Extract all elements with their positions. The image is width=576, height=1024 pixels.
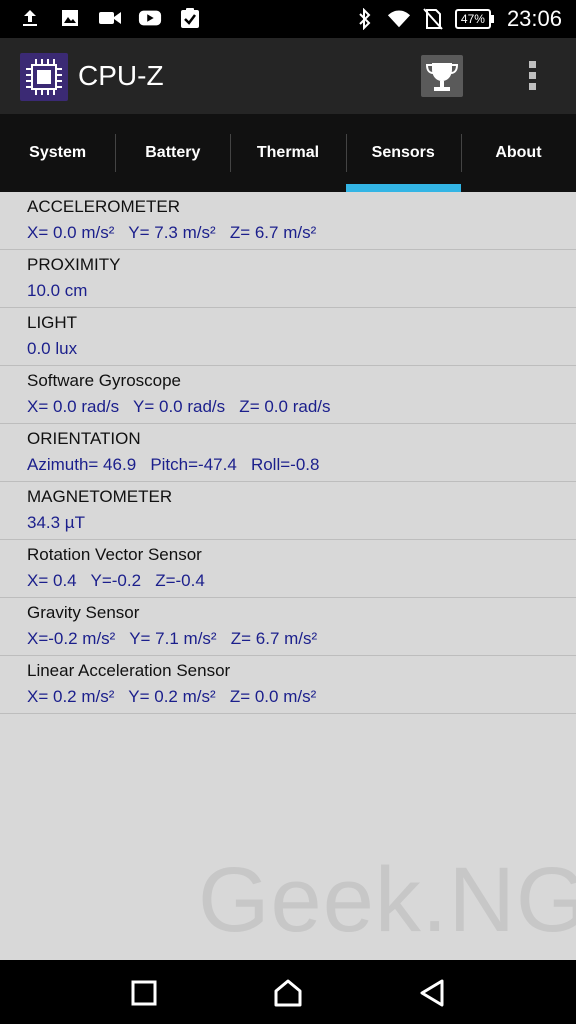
image-icon (58, 6, 82, 30)
sensor-name: ACCELEROMETER (27, 197, 181, 216)
wifi-icon (387, 7, 411, 31)
cpu-z-logo-icon (20, 53, 68, 101)
clock: 23:06 (506, 6, 562, 31)
battery-icon: 47% (454, 9, 494, 29)
sensor-name: Software Gyroscope (27, 371, 182, 390)
tab-system[interactable]: System (0, 114, 115, 192)
video-icon (98, 6, 122, 30)
sensor-row-linear-acceleration: Linear Acceleration Sensor X= 0.2 m/s² Y… (0, 656, 576, 714)
sensor-value: X= 0.0 m/s² Y= 7.3 m/s² Z= 6.7 m/s² (27, 223, 317, 242)
bluetooth-icon (353, 7, 377, 31)
sensor-row-orientation: ORIENTATION Azimuth= 46.9 Pitch=-47.4 Ro… (0, 424, 576, 482)
sensor-row-gyroscope: Software Gyroscope X= 0.0 rad/s Y= 0.0 r… (0, 366, 576, 424)
tab-about[interactable]: About (460, 114, 576, 192)
sensor-row-accelerometer: ACCELEROMETER X= 0.0 m/s² Y= 7.3 m/s² Z=… (0, 192, 576, 250)
sensor-name: MAGNETOMETER (27, 487, 173, 506)
status-bar: 47% 23:06 (0, 0, 576, 38)
sensor-row-proximity: PROXIMITY 10.0 cm (0, 250, 576, 308)
sensor-value: X= 0.0 rad/s Y= 0.0 rad/s Z= 0.0 rad/s (27, 397, 331, 416)
sensor-name: Rotation Vector Sensor (27, 545, 202, 564)
app-bar: CPU-Z (0, 38, 576, 114)
sensor-row-gravity: Gravity Sensor X=-0.2 m/s² Y= 7.1 m/s² Z… (0, 598, 576, 656)
upload-icon (18, 6, 42, 30)
tab-sensors[interactable]: Sensors (345, 114, 462, 192)
sensor-row-light: LIGHT 0.0 lux (0, 308, 576, 366)
recents-button[interactable] (129, 978, 159, 1008)
overflow-menu-icon[interactable] (520, 58, 544, 94)
watermark: Geek.NG (198, 849, 576, 951)
back-button[interactable] (418, 978, 448, 1008)
sensor-row-magnetometer: MAGNETOMETER 34.3 µT (0, 482, 576, 540)
navigation-bar (0, 960, 576, 1024)
sensor-value: X= 0.4 Y=-0.2 Z=-0.4 (27, 571, 205, 590)
sensor-value: 10.0 cm (27, 281, 88, 300)
sensor-value: X=-0.2 m/s² Y= 7.1 m/s² Z= 6.7 m/s² (27, 629, 318, 648)
sensor-value: 0.0 lux (27, 339, 78, 358)
sensor-value: X= 0.2 m/s² Y= 0.2 m/s² Z= 0.0 m/s² (27, 687, 317, 706)
app-title: CPU-Z (78, 60, 164, 91)
trophy-icon[interactable] (421, 55, 463, 97)
tab-thermal[interactable]: Thermal (230, 114, 345, 192)
sensor-name: PROXIMITY (27, 255, 121, 274)
clipboard-check-icon (178, 6, 202, 30)
no-sim-icon (421, 7, 445, 31)
sensor-row-rotation-vector: Rotation Vector Sensor X= 0.4 Y=-0.2 Z=-… (0, 540, 576, 598)
sensor-value: Azimuth= 46.9 Pitch=-47.4 Roll=-0.8 (27, 455, 320, 474)
home-button[interactable] (272, 978, 302, 1008)
sensor-value: 34.3 µT (27, 513, 85, 532)
sensor-name: LIGHT (27, 313, 78, 332)
tab-battery[interactable]: Battery (115, 114, 230, 192)
sensor-list[interactable]: ACCELEROMETER X= 0.0 m/s² Y= 7.3 m/s² Z=… (0, 192, 576, 714)
sensor-name: ORIENTATION (27, 429, 141, 448)
tab-bar: System Battery Thermal Sensors About (0, 114, 576, 192)
sensor-name: Linear Acceleration Sensor (27, 661, 231, 680)
youtube-icon (138, 6, 162, 30)
sensor-name: Gravity Sensor (27, 603, 140, 622)
